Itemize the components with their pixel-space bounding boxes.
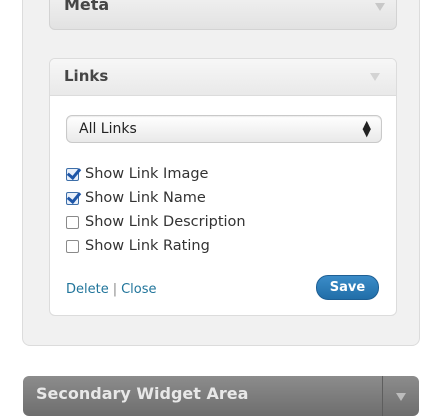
- checkbox-show-link-rating[interactable]: [66, 239, 79, 253]
- links-widget: Links All Links ▲ ▼ Show Link Image Show …: [49, 58, 397, 316]
- meta-widget-title: Meta: [64, 0, 110, 14]
- meta-widget[interactable]: Meta: [49, 0, 397, 30]
- secondary-area-toggle-icon[interactable]: [396, 393, 406, 401]
- links-widget-toggle-icon[interactable]: [370, 73, 380, 81]
- checkbox-show-link-image[interactable]: [66, 167, 79, 181]
- option-show-link-name[interactable]: Show Link Name: [66, 186, 246, 210]
- checkbox-show-link-description[interactable]: [66, 215, 79, 229]
- checkbox-show-link-name[interactable]: [66, 191, 79, 205]
- option-show-link-description[interactable]: Show Link Description: [66, 210, 246, 234]
- links-widget-title: Links: [64, 67, 109, 85]
- option-label: Show Link Image: [85, 166, 209, 182]
- option-show-link-rating[interactable]: Show Link Rating: [66, 234, 246, 258]
- close-link[interactable]: Close: [121, 282, 156, 297]
- secondary-widget-area-title: Secondary Widget Area: [36, 384, 249, 403]
- links-widget-header[interactable]: Links: [50, 59, 396, 96]
- option-show-link-image[interactable]: Show Link Image: [66, 162, 246, 186]
- action-separator: |: [112, 282, 118, 297]
- option-label: Show Link Description: [85, 214, 246, 230]
- delete-link[interactable]: Delete: [66, 282, 109, 297]
- meta-widget-toggle-icon[interactable]: [375, 3, 385, 11]
- option-label: Show Link Name: [85, 190, 206, 206]
- save-button[interactable]: Save: [316, 275, 379, 300]
- select-arrows-icon: ▲ ▼: [362, 118, 371, 139]
- link-category-selected: All Links: [79, 121, 137, 137]
- link-category-select[interactable]: All Links ▲ ▼: [66, 115, 382, 143]
- header-divider: [382, 376, 383, 416]
- widget-control-actions: Delete | Close: [66, 282, 157, 297]
- option-label: Show Link Rating: [85, 238, 210, 254]
- secondary-widget-area[interactable]: Secondary Widget Area: [23, 376, 419, 416]
- link-options-list: Show Link Image Show Link Name Show Link…: [66, 162, 246, 258]
